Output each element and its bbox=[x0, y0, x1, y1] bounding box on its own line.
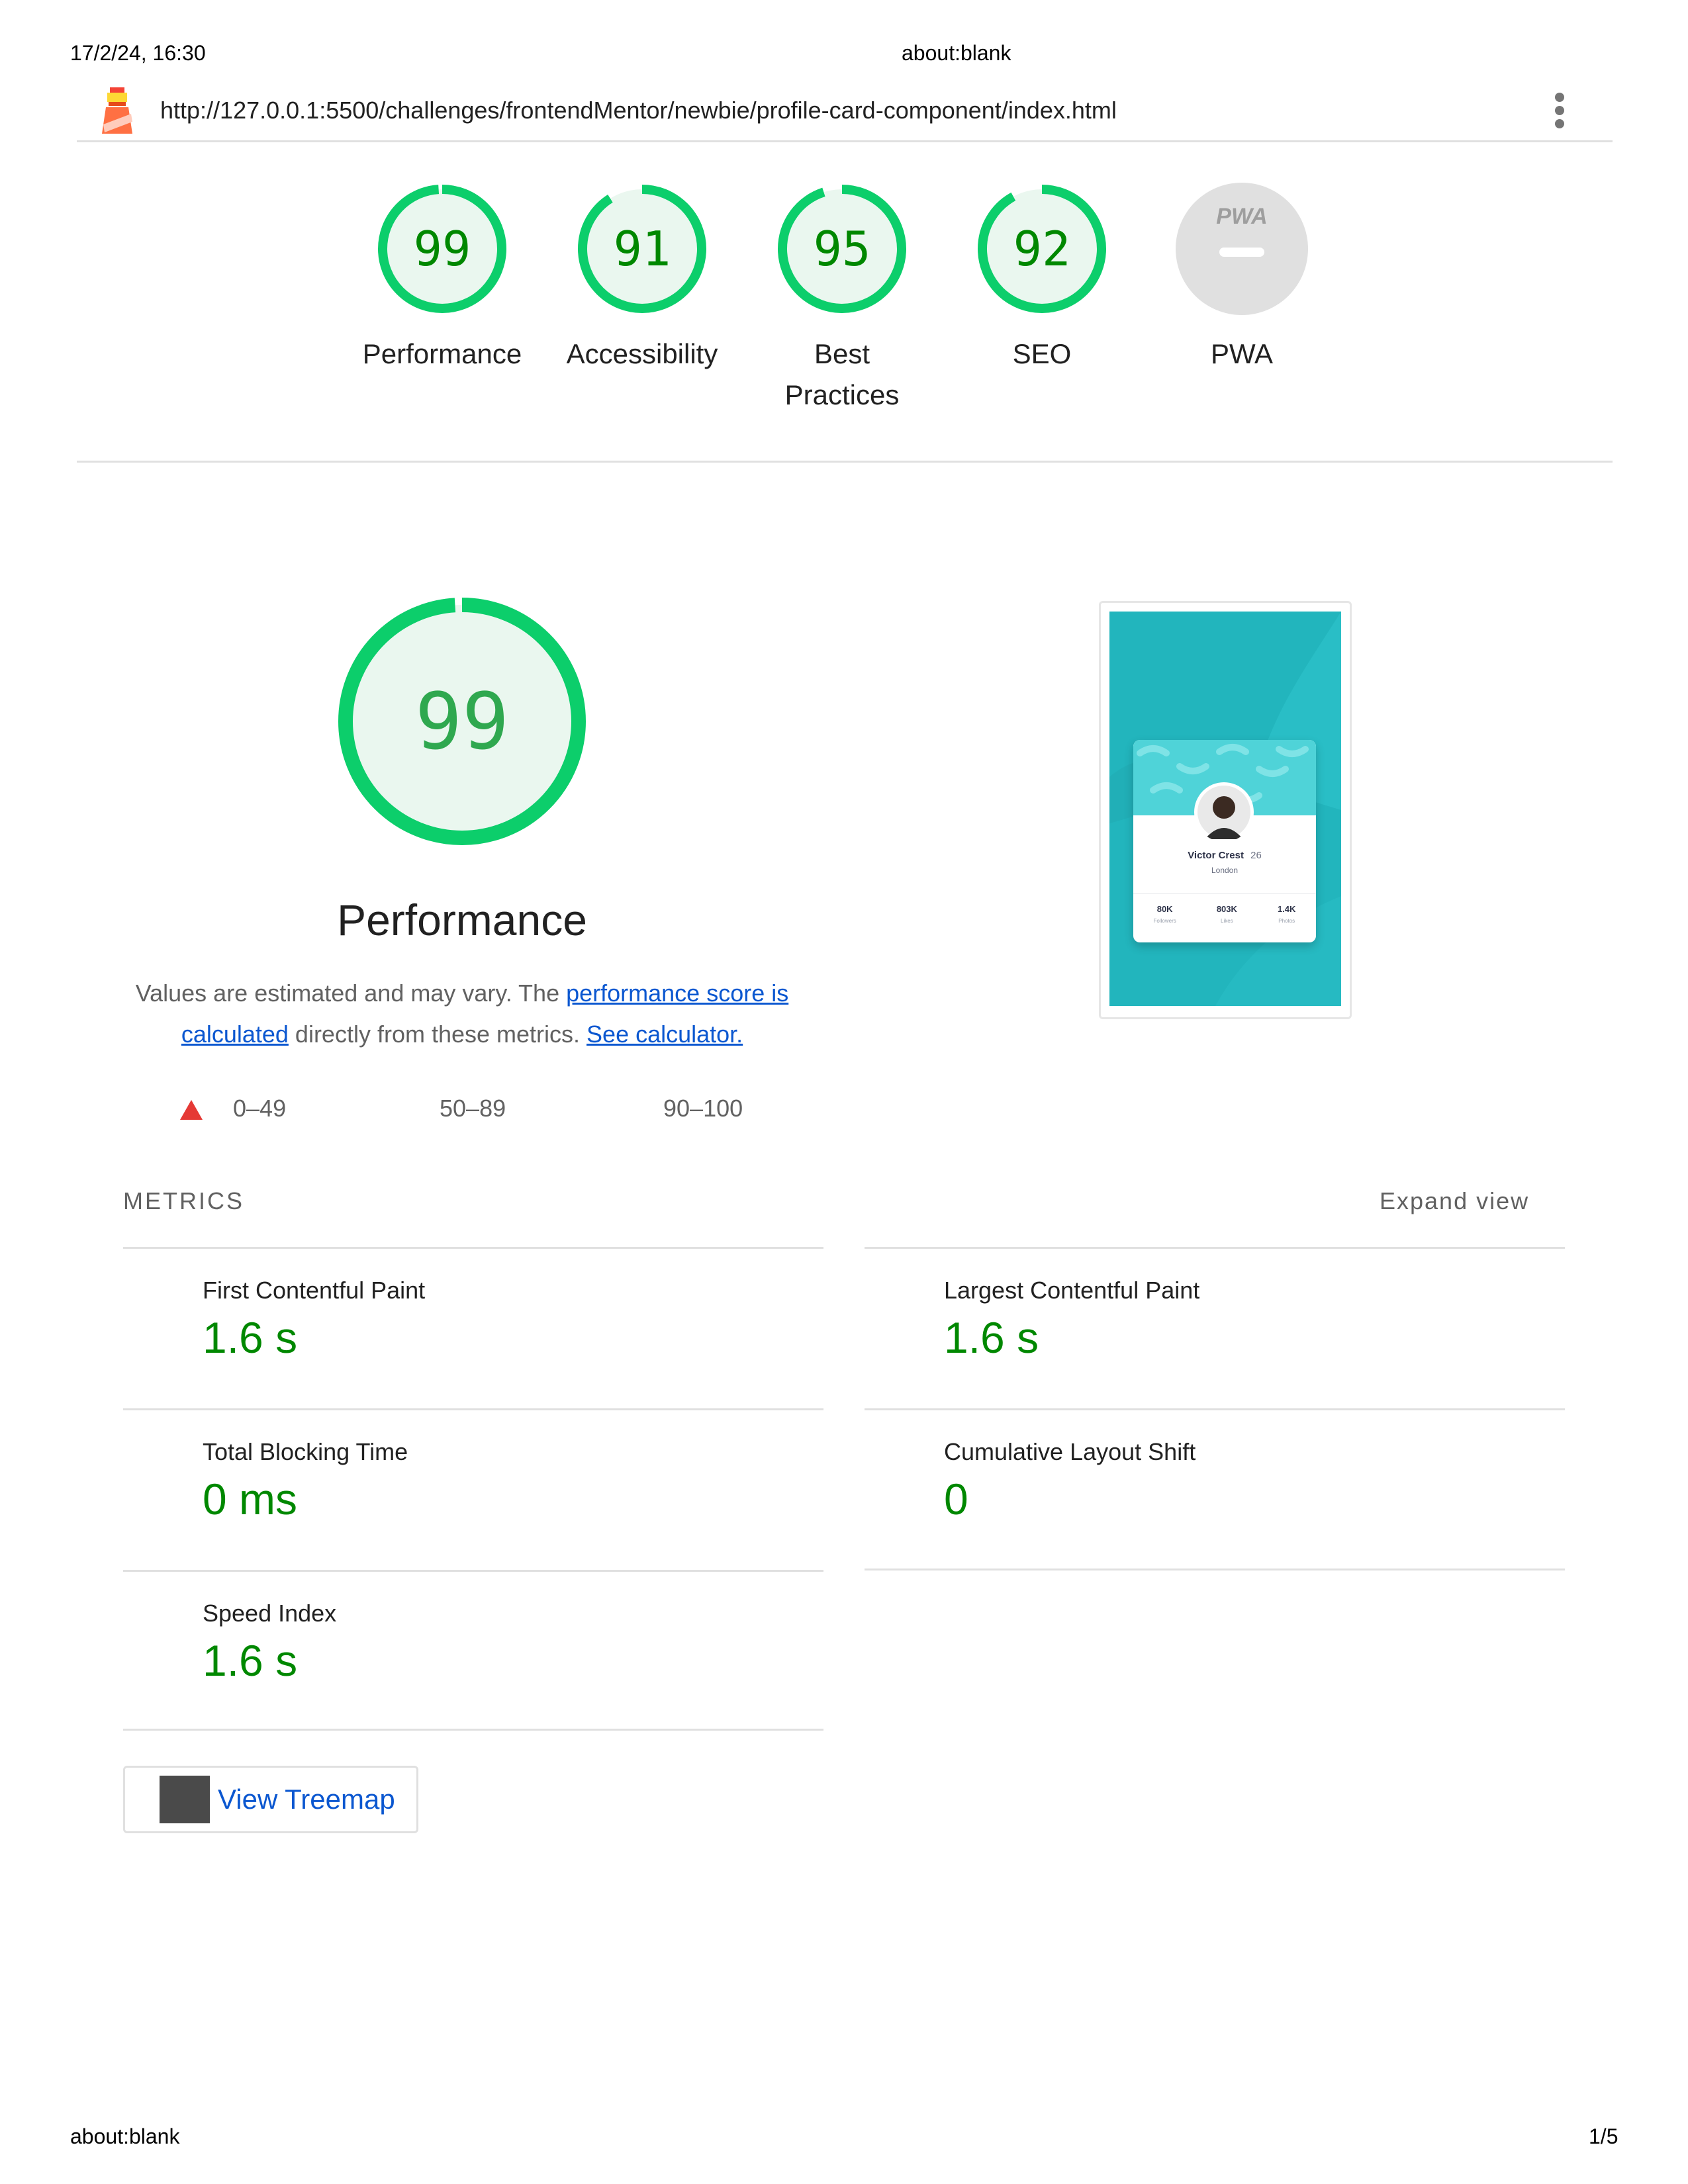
metric-total-blocking-time: Total Blocking Time 0 ms bbox=[123, 1408, 823, 1569]
performance-title: Performance bbox=[337, 895, 587, 944]
metric-value: 1.6 s bbox=[203, 1313, 298, 1362]
metric-value: 1.6 s bbox=[203, 1636, 298, 1685]
score-label: Accessibility bbox=[566, 338, 718, 369]
performance-score: 99 bbox=[414, 676, 510, 767]
print-footer-url: about:blank bbox=[70, 2124, 180, 2148]
legend-pass: 90–100 bbox=[663, 1095, 743, 1122]
metric-value: 1.6 s bbox=[944, 1313, 1039, 1362]
divider bbox=[77, 461, 1613, 463]
pwa-badge-text: PWA bbox=[1216, 204, 1267, 229]
card-stat: 1.4K Photos bbox=[1278, 904, 1295, 924]
desc-text: Values are estimated and may vary. The bbox=[135, 979, 567, 1007]
card-stat-label: Followers bbox=[1153, 918, 1176, 924]
card-stat-value: 80K bbox=[1156, 904, 1173, 914]
expand-view-button[interactable]: Expand view bbox=[1380, 1187, 1529, 1215]
treemap-label: View Treemap bbox=[218, 1784, 395, 1815]
score-label: Performance bbox=[362, 338, 522, 369]
metric-label: First Contentful Paint bbox=[203, 1277, 426, 1304]
metric-value: 0 ms bbox=[203, 1475, 298, 1524]
metric-label: Largest Contentful Paint bbox=[944, 1277, 1200, 1304]
metric-cumulative-layout-shift: Cumulative Layout Shift 0 bbox=[865, 1408, 1565, 1569]
metric-label: Total Blocking Time bbox=[203, 1438, 408, 1465]
pwa-badge-icon: PWA bbox=[1176, 183, 1308, 315]
card-stat-value: 803K bbox=[1216, 904, 1237, 914]
metric-label: Speed Index bbox=[203, 1600, 337, 1627]
metric-largest-contentful-paint: Largest Contentful Paint 1.6 s bbox=[865, 1247, 1565, 1408]
score-best-practices[interactable]: 95 Best Practices bbox=[749, 183, 935, 416]
card-stat: 803K Likes bbox=[1217, 904, 1237, 924]
score-performance[interactable]: 99 Performance bbox=[350, 183, 535, 375]
card-city: London bbox=[1211, 866, 1239, 875]
score-label: SEO bbox=[1012, 338, 1072, 369]
profile-card: Victor Crest 26 London 80K Followers 803… bbox=[1133, 740, 1316, 942]
fail-triangle-icon bbox=[180, 1100, 203, 1120]
card-stat-label: Photos bbox=[1278, 918, 1295, 924]
print-page-number: 1/5 bbox=[1589, 2124, 1618, 2148]
score-value: 99 bbox=[413, 221, 471, 277]
score-label: PWA bbox=[1210, 338, 1274, 369]
legend-fail: 0–49 bbox=[233, 1095, 287, 1122]
performance-description: Values are estimated and may vary. The p… bbox=[123, 973, 801, 1055]
score-value: 92 bbox=[1013, 221, 1071, 277]
metric-label: Cumulative Layout Shift bbox=[944, 1438, 1196, 1465]
card-stats: 80K Followers 803K Likes 1.4K Photos bbox=[1133, 904, 1316, 924]
treemap-icon bbox=[160, 1776, 210, 1823]
card-age: 26 bbox=[1250, 850, 1262, 861]
metric-divider bbox=[865, 1569, 1565, 1570]
score-seo[interactable]: 92 SEO bbox=[949, 183, 1135, 375]
performance-gauge: 99 bbox=[336, 596, 588, 847]
lighthouse-icon bbox=[99, 85, 135, 135]
metric-divider bbox=[123, 1729, 823, 1731]
card-divider bbox=[1133, 893, 1316, 894]
metric-speed-index: Speed Index 1.6 s bbox=[123, 1570, 823, 1731]
more-options-icon[interactable] bbox=[1553, 93, 1566, 130]
card-stat-value: 1.4K bbox=[1277, 904, 1296, 914]
card-stat: 80K Followers bbox=[1154, 904, 1176, 924]
score-value: 95 bbox=[813, 221, 871, 277]
card-name: Victor Crest bbox=[1188, 850, 1244, 861]
print-title: about:blank bbox=[902, 41, 1011, 65]
score-label: Best Practices bbox=[784, 338, 900, 410]
card-stat-label: Likes bbox=[1221, 918, 1233, 924]
report-url: http://127.0.0.1:5500/challenges/fronten… bbox=[160, 97, 1117, 124]
print-date: 17/2/24, 16:30 bbox=[70, 41, 206, 65]
avatar bbox=[1194, 782, 1254, 842]
see-calculator-link[interactable]: See calculator. bbox=[586, 1021, 743, 1048]
desc-text: directly from these metrics. bbox=[288, 1021, 587, 1048]
score-accessibility[interactable]: 91 Accessibility bbox=[549, 183, 735, 375]
score-pwa[interactable]: PWA PWA bbox=[1149, 183, 1335, 375]
metric-value: 0 bbox=[944, 1475, 968, 1524]
score-value: 91 bbox=[613, 221, 671, 277]
metrics-title: METRICS bbox=[123, 1187, 244, 1214]
legend-average: 50–89 bbox=[440, 1095, 506, 1122]
view-treemap-button[interactable]: View Treemap bbox=[123, 1766, 418, 1833]
final-screenshot: Victor Crest 26 London 80K Followers 803… bbox=[1109, 612, 1341, 1006]
metric-first-contentful-paint: First Contentful Paint 1.6 s bbox=[123, 1247, 823, 1408]
